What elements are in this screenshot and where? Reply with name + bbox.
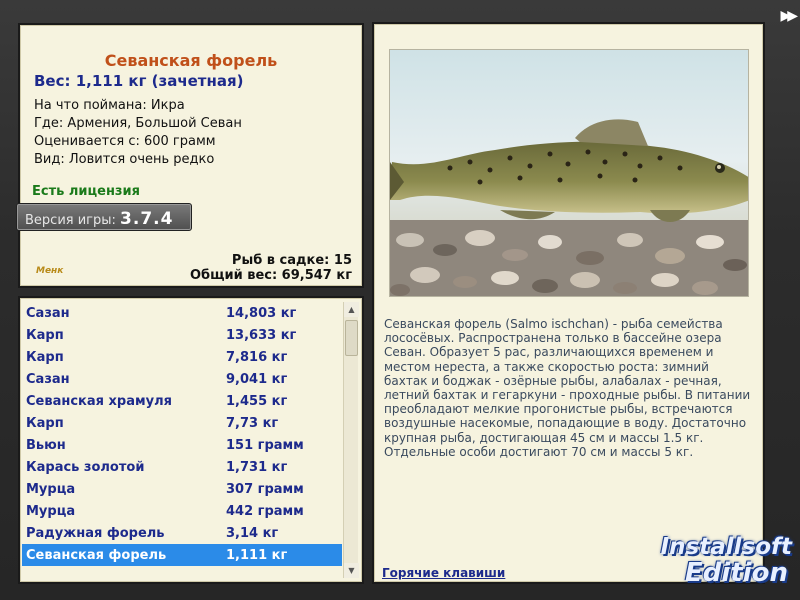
fish-name: Карп <box>26 350 64 365</box>
installsoft-logo: Installsoft Edition <box>661 534 792 586</box>
trout-image <box>390 119 748 296</box>
gravel <box>390 220 748 296</box>
fish-name: Севанская храмуля <box>26 394 172 409</box>
list-item[interactable]: Севанская форель 1,111 кг <box>22 544 342 566</box>
list-item[interactable]: Вьюн 151 грамм <box>22 434 342 456</box>
brand-line1: Installsoft <box>660 534 792 560</box>
hotkeys-link[interactable]: Горячие клавиши <box>382 566 505 580</box>
fish-name: Карась золотой <box>26 460 145 475</box>
fish-name: Карп <box>26 416 64 431</box>
total-weight: Общий вес: 69,547 кг <box>189 268 352 283</box>
list-item[interactable]: Мурца 307 грамм <box>22 478 342 500</box>
fish-weight: 307 грамм <box>226 482 304 497</box>
catch-list-panel: Сазан 14,803 кг Карп 13,633 кг Карп 7,816 кг С… <box>18 296 364 584</box>
fish-weight: 1,111 кг <box>226 548 288 563</box>
fish-name: Сазан <box>26 306 70 321</box>
fish-weight: 13,633 кг <box>226 328 297 343</box>
fish-details: На что поймана: Икра Где: Армения, Больш… <box>34 97 242 169</box>
app-frame: ▶▶ Севанская форель Вес: 1,111 кг (зачет… <box>0 0 800 600</box>
arrow-up-icon[interactable]: ▲ <box>344 302 359 317</box>
bait-line: На что поймана: Икра <box>34 98 185 113</box>
list-item[interactable]: Карп 7,816 кг <box>22 346 342 368</box>
fish-description: Севанская форель (Salmo ischchan) - рыба… <box>384 317 751 459</box>
version-badge: Версия игры: 3.7.4 <box>16 203 192 231</box>
fish-weight: 9,041 кг <box>226 372 288 387</box>
list-item[interactable]: Карп 13,633 кг <box>22 324 342 346</box>
list-item[interactable]: Мурца 442 грамм <box>22 500 342 522</box>
fish-name: Карп <box>26 328 64 343</box>
fish-weight: 7,73 кг <box>226 416 279 431</box>
license-status: Есть лицензия <box>32 184 140 199</box>
keepnet-stats: Рыб в садке: 15 Общий вес: 69,547 кг <box>190 253 352 283</box>
list-scrollbar[interactable]: ▲ ▼ <box>343 302 359 578</box>
menu-logo[interactable]: Менк <box>36 266 63 276</box>
fish-name: Вьюн <box>26 438 66 453</box>
fish-weight: 151 грамм <box>226 438 304 453</box>
brand-line2: Edition <box>685 558 788 588</box>
arrow-down-icon[interactable]: ▼ <box>344 563 359 578</box>
fish-description-panel: Севанская форель (Salmo ischchan) - рыба… <box>372 22 765 584</box>
fish-name: Мурца <box>26 482 76 497</box>
trout-body <box>390 119 748 222</box>
fish-photo <box>389 49 749 297</box>
fish-title: Севанская форель <box>104 51 278 70</box>
fish-name: Радужная форель <box>26 526 165 541</box>
version-value: 3.7.4 <box>120 209 174 229</box>
list-item[interactable]: Сазан 14,803 кг <box>22 302 342 324</box>
list-item[interactable]: Карп 7,73 кг <box>22 412 342 434</box>
fish-weight: 3,14 кг <box>226 526 279 541</box>
catch-list: Сазан 14,803 кг Карп 13,633 кг Карп 7,816 кг С… <box>22 302 342 566</box>
fish-weight: Вес: 1,111 кг (зачетная) <box>34 72 244 90</box>
version-label: Версия игры: <box>25 213 116 228</box>
list-item[interactable]: Карась золотой 1,731 кг <box>22 456 342 478</box>
location-line: Где: Армения, Большой Севан <box>34 116 242 131</box>
rated-from-line: Оценивается с: 600 грамм <box>34 134 216 149</box>
fish-weight: 7,816 кг <box>226 350 288 365</box>
list-item[interactable]: Севанская храмуля 1,455 кг <box>22 390 342 412</box>
catch-info-panel: Севанская форель Вес: 1,111 кг (зачетная… <box>16 23 364 288</box>
next-page-icon[interactable]: ▶▶ <box>780 8 797 24</box>
fish-weight: 1,731 кг <box>226 460 288 475</box>
fish-name: Сазан <box>26 372 70 387</box>
scroll-thumb[interactable] <box>345 320 358 356</box>
fish-weight: 1,455 кг <box>226 394 288 409</box>
fish-weight: 442 грамм <box>226 504 304 519</box>
list-item[interactable]: Сазан 9,041 кг <box>22 368 342 390</box>
fish-count: Рыб в садке: 15 <box>231 253 352 268</box>
fish-name: Мурца <box>26 504 76 519</box>
list-item[interactable]: Радужная форель 3,14 кг <box>22 522 342 544</box>
fish-name: Севанская форель <box>26 548 167 563</box>
rarity-line: Вид: Ловится очень редко <box>34 152 215 167</box>
fish-weight: 14,803 кг <box>226 306 297 321</box>
